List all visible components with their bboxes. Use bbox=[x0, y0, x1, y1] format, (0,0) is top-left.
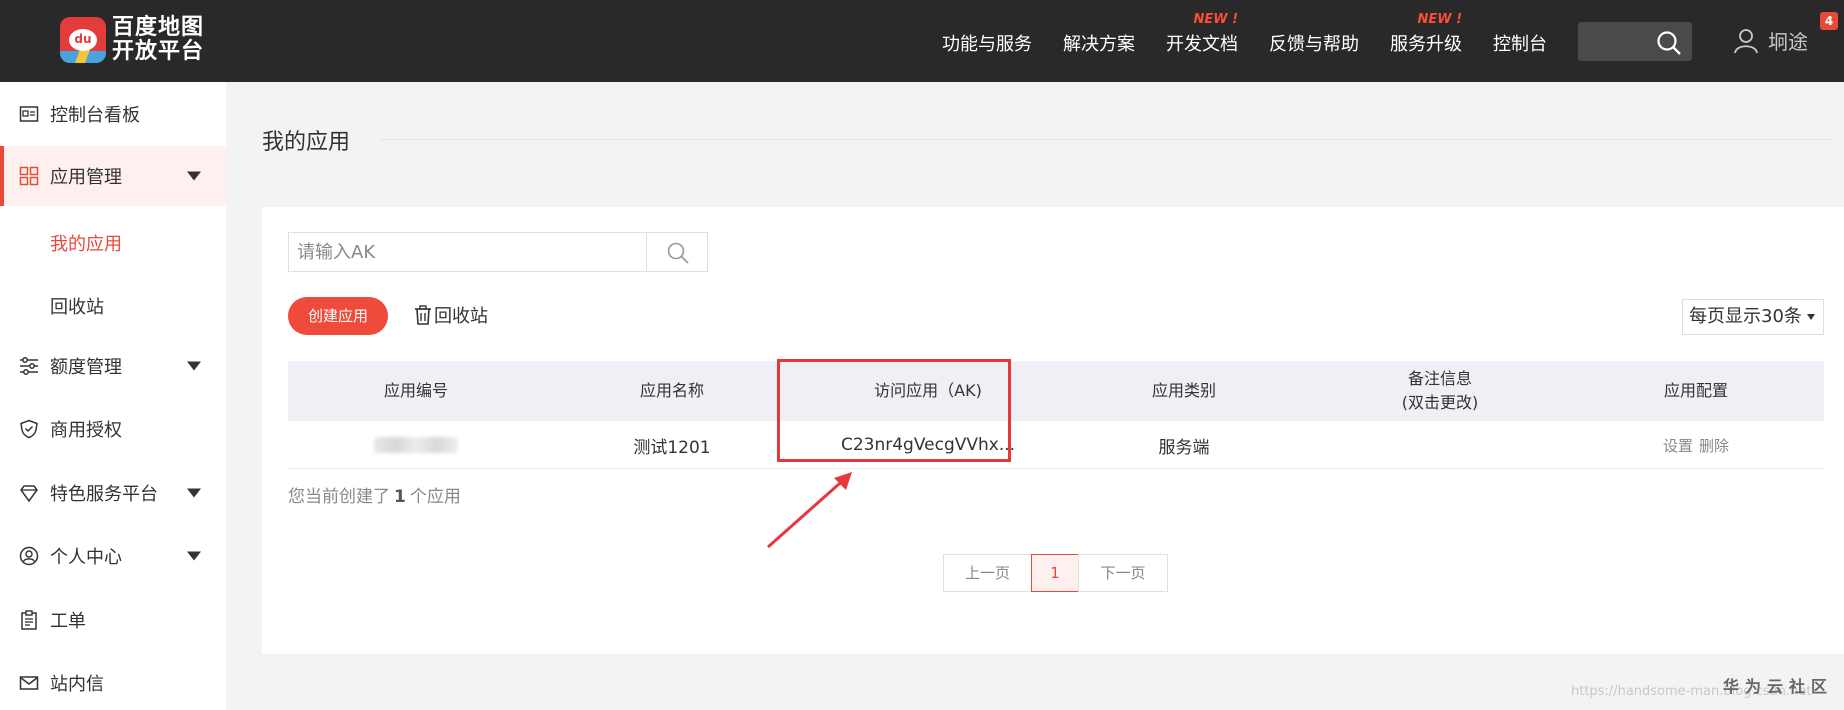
gem-icon bbox=[20, 485, 38, 503]
nav-item-upgrade[interactable]: 服务升级 NEW ! bbox=[1390, 12, 1462, 56]
baidu-map-logo-icon: du bbox=[60, 17, 106, 63]
column-header-app-type: 应用类别 bbox=[1151, 381, 1216, 400]
column-header-app-id: 应用编号 bbox=[383, 381, 448, 400]
title-divider bbox=[380, 139, 1830, 140]
cell-app-name: 测试1201 bbox=[633, 437, 711, 458]
column-header-note: 备注信息 (双击更改) bbox=[1401, 369, 1479, 412]
ak-search-box bbox=[288, 232, 708, 272]
annotation-arrow-icon bbox=[767, 472, 852, 549]
top-header: du 百度地图 开放平台 功能与服务 解决方案 开发文档 NEW ! 反馈与帮助 … bbox=[0, 0, 1844, 82]
per-page-select[interactable]: 每页显示30条 bbox=[1682, 299, 1824, 335]
pagination: 上一页 1 下一页 bbox=[943, 554, 1168, 592]
shield-icon bbox=[20, 419, 38, 439]
logo-line-1: 百度地图 bbox=[112, 15, 205, 40]
clipboard-icon bbox=[21, 610, 37, 630]
next-page-button[interactable]: 下一页 bbox=[1078, 554, 1168, 592]
cell-app-type: 服务端 bbox=[1158, 437, 1210, 458]
new-badge: NEW ! bbox=[1417, 12, 1462, 27]
search-icon bbox=[1657, 31, 1681, 55]
sidebar: 控制台看板 应用管理 我的应用 回收站 额度管理 商用授权 特色服务平台 个人中… bbox=[0, 82, 226, 710]
top-nav: 功能与服务 解决方案 开发文档 NEW ! 反馈与帮助 服务升级 NEW ! 控制台 bbox=[942, 12, 1578, 56]
user-menu[interactable]: 坰途 bbox=[1734, 26, 1808, 55]
settings-link[interactable]: 设置 bbox=[1663, 435, 1693, 456]
logo[interactable]: du 百度地图 开放平台 bbox=[60, 16, 204, 64]
cell-app-config: 设置 删除 bbox=[1568, 421, 1824, 469]
caret-down-icon bbox=[187, 361, 201, 371]
sidebar-item-messages[interactable]: 站内信 bbox=[0, 653, 226, 710]
nav-item-docs[interactable]: 开发文档 NEW ! bbox=[1166, 12, 1238, 56]
sidebar-item-tickets[interactable]: 工单 bbox=[0, 590, 226, 650]
redacted-app-id bbox=[374, 437, 458, 453]
nav-item-feedback[interactable]: 反馈与帮助 bbox=[1269, 30, 1359, 56]
notification-badge[interactable]: 4 bbox=[1820, 12, 1838, 30]
caret-down-icon bbox=[187, 171, 201, 181]
ak-highlight-box bbox=[777, 359, 1011, 462]
header-search-button[interactable] bbox=[1578, 22, 1692, 61]
table-header: 应用编号 应用名称 访问应用（AK) 应用类别 备注信息 (双击更改) 应用配置 bbox=[288, 361, 1824, 421]
mail-icon bbox=[19, 676, 39, 690]
sidebar-item-app-management[interactable]: 应用管理 bbox=[0, 146, 226, 206]
sidebar-item-featured-services[interactable]: 特色服务平台 bbox=[0, 463, 226, 523]
user-name: 坰途 bbox=[1768, 30, 1808, 54]
dropdown-arrow-icon bbox=[1807, 314, 1815, 320]
user-icon bbox=[1734, 28, 1758, 53]
cell-note[interactable] bbox=[1312, 421, 1568, 469]
app-count-text: 您当前创建了 1 个应用 bbox=[288, 487, 461, 507]
grid-icon bbox=[19, 166, 39, 186]
sidebar-item-quota[interactable]: 额度管理 bbox=[0, 336, 226, 396]
sidebar-item-personal-center[interactable]: 个人中心 bbox=[0, 526, 226, 586]
dashboard-icon bbox=[19, 106, 39, 122]
sidebar-subitem-recycle-bin[interactable]: 回收站 bbox=[50, 293, 104, 319]
column-header-app-name: 应用名称 bbox=[639, 381, 704, 400]
prev-page-button[interactable]: 上一页 bbox=[943, 554, 1032, 592]
logo-text: 百度地图 开放平台 bbox=[112, 16, 204, 64]
column-header-app-config: 应用配置 bbox=[1663, 381, 1728, 400]
nav-item-solutions[interactable]: 解决方案 bbox=[1063, 30, 1135, 56]
logo-line-2: 开放平台 bbox=[112, 39, 205, 64]
delete-link[interactable]: 删除 bbox=[1699, 435, 1729, 456]
caret-down-icon bbox=[187, 488, 201, 498]
sidebar-item-dashboard[interactable]: 控制台看板 bbox=[0, 84, 226, 144]
page-title: 我的应用 bbox=[262, 130, 351, 155]
logo-badge: du bbox=[69, 29, 97, 51]
nav-item-console[interactable]: 控制台 bbox=[1493, 30, 1547, 56]
trash-icon bbox=[415, 305, 431, 325]
ak-search-button[interactable] bbox=[646, 233, 707, 271]
create-app-button[interactable]: 创建应用 bbox=[288, 297, 388, 335]
sliders-icon bbox=[20, 357, 38, 375]
watermark-brand: 华为云社区 bbox=[1723, 677, 1834, 696]
nav-item-features[interactable]: 功能与服务 bbox=[942, 30, 1032, 56]
page-number-button[interactable]: 1 bbox=[1031, 554, 1079, 592]
sidebar-subitem-my-apps[interactable]: 我的应用 bbox=[50, 230, 122, 256]
sidebar-item-commercial-license[interactable]: 商用授权 bbox=[0, 399, 226, 459]
ak-search-input[interactable] bbox=[289, 233, 646, 271]
user-circle-icon bbox=[19, 546, 39, 566]
caret-down-icon bbox=[187, 551, 201, 561]
table-row: 测试1201 C23nr4gVecgVVhx... 服务端 设置 删除 bbox=[288, 421, 1824, 469]
new-badge: NEW ! bbox=[1193, 12, 1238, 27]
search-icon bbox=[667, 242, 689, 264]
recycle-bin-link[interactable]: 回收站 bbox=[414, 302, 488, 328]
cell-app-id bbox=[288, 421, 544, 469]
